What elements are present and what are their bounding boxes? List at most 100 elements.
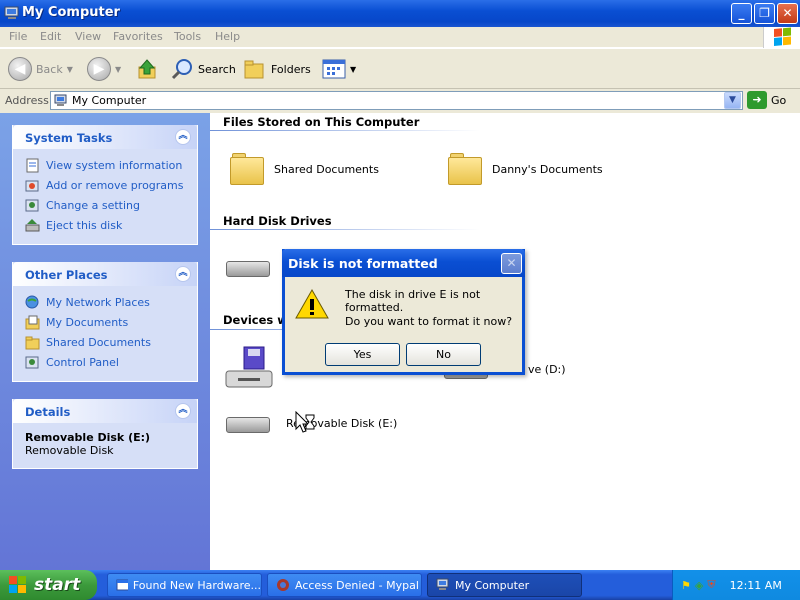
no-button[interactable]: No [406,343,481,366]
link-label: Control Panel [46,355,119,369]
title-bar[interactable]: My Computer _ ❐ ✕ [0,0,800,27]
yes-button[interactable]: Yes [325,343,400,366]
system-tasks-header[interactable]: System Tasks ︽ [13,125,197,149]
link-control-panel[interactable]: Control Panel [13,352,197,372]
control-panel-icon [25,199,39,211]
details-panel: Details ︽ Removable Disk (E:) Removable … [12,399,198,469]
back-dropdown-icon[interactable]: ▼ [67,65,73,74]
format-dialog: Disk is not formatted ✕ The disk in driv… [282,249,525,375]
window-title: My Computer [22,5,120,20]
link-change-setting[interactable]: Change a setting [13,195,197,215]
menu-tools[interactable]: Tools [174,30,201,43]
folders-button[interactable]: Folders [243,57,311,81]
address-dropdown-icon[interactable]: ▼ [724,92,741,109]
other-places-header[interactable]: Other Places ︽ [13,262,197,286]
address-value: My Computer [72,94,147,107]
clock: 12:11 AM [729,578,782,592]
warning-icon [295,288,329,319]
my-computer-small-icon [436,578,449,590]
system-tray: ⚑ ◈ ⛨ 12:11 AM [672,570,800,600]
network-icon[interactable]: ◈ [695,579,703,592]
collapse-chevron-icon[interactable]: ︽ [175,403,191,419]
add-remove-programs-icon [25,180,39,191]
link-my-network-places[interactable]: My Network Places [13,292,197,312]
collapse-chevron-icon[interactable]: ︽ [175,129,191,145]
forward-button[interactable]: ▶ ▼ [87,57,121,81]
address-bar: Address My Computer ▼ ➜ Go [0,89,800,113]
task-label: Access Denied - Mypal [295,578,419,592]
link-add-remove-programs[interactable]: Add or remove programs [13,175,197,195]
forward-dropdown-icon[interactable]: ▼ [115,65,121,74]
system-tasks-title: System Tasks [25,131,113,145]
minimize-button[interactable]: _ [731,3,752,24]
other-places-panel: Other Places ︽ My Network Places My Docu… [12,262,198,382]
dialog-title: Disk is not formatted [288,256,438,271]
up-arrow-icon [138,59,156,79]
menu-edit[interactable]: Edit [40,30,61,43]
removable-disk-icon [224,407,272,439]
task-found-new-hardware[interactable]: Found New Hardware... [107,573,262,597]
system-info-icon [26,158,39,172]
link-label: My Network Places [46,295,150,309]
search-button[interactable]: Search [170,57,236,81]
section-divider [210,130,480,131]
collapse-chevron-icon[interactable]: ︽ [175,266,191,282]
dialog-close-button[interactable]: ✕ [501,253,522,274]
busy-cursor-icon [295,411,315,433]
floppy-drive-a[interactable] [224,345,274,393]
my-computer-icon [4,5,20,21]
link-my-documents[interactable]: My Documents [13,312,197,332]
item-label: Shared Documents [274,162,379,176]
menu-view[interactable]: View [75,30,101,43]
maximize-button[interactable]: ❐ [754,3,775,24]
task-pane: System Tasks ︽ View system information A… [0,113,210,570]
dannys-documents-folder[interactable]: Danny's Documents [448,153,603,185]
item-label: ve (D:) [528,362,566,376]
link-eject-disk[interactable]: Eject this disk [13,215,197,235]
link-label: View system information [46,158,183,172]
address-input[interactable]: My Computer [50,91,743,110]
item-label: Danny's Documents [492,162,603,176]
views-dropdown-icon: ▼ [350,64,357,74]
safely-remove-hardware-icon[interactable]: ⚑ [681,579,691,592]
task-access-denied-mypal[interactable]: Access Denied - Mypal [267,573,422,597]
floppy-drive-icon [225,346,273,388]
security-shield-icon[interactable]: ⛨ [707,578,715,592]
section-hard-disk-drives: Hard Disk Drives [223,214,332,228]
local-disk-c[interactable] [224,251,272,283]
task-label: My Computer [455,578,530,592]
link-shared-documents[interactable]: Shared Documents [13,332,197,352]
back-button[interactable]: ◀ Back ▼ [8,57,73,81]
menu-bar: File Edit View Favorites Tools Help [0,27,800,48]
details-header[interactable]: Details ︽ [13,399,197,423]
up-folder-button[interactable] [136,57,158,81]
dialog-title-bar[interactable]: Disk is not formatted [282,249,525,277]
menu-help[interactable]: Help [215,30,240,43]
address-label: Address [5,94,49,107]
forward-arrow-icon: ▶ [87,57,111,81]
eject-disk-icon [25,218,40,231]
my-computer-small-icon [54,94,67,106]
details-type: Removable Disk [25,444,114,457]
link-label: Change a setting [46,198,140,212]
menu-favorites[interactable]: Favorites [113,30,163,43]
windows-flag-icon [9,576,26,593]
shared-documents-folder[interactable]: Shared Documents [230,153,379,185]
taskbar: start Found New Hardware... Access Denie… [0,570,800,600]
search-icon [171,59,192,80]
go-button[interactable]: ➜ Go [747,91,786,109]
folder-icon [25,336,40,349]
mypal-browser-icon [277,579,289,591]
link-label: Shared Documents [46,335,151,349]
start-label: start [34,575,81,595]
task-my-computer[interactable]: My Computer [427,573,582,597]
start-button[interactable]: start [0,570,97,600]
close-button[interactable]: ✕ [777,3,798,24]
network-places-icon [25,295,39,308]
my-documents-icon [25,315,40,329]
views-button[interactable]: ▼ [322,57,356,81]
menu-file[interactable]: File [9,30,27,43]
section-divider [210,229,480,230]
link-view-system-information[interactable]: View system information [13,155,197,175]
link-label: My Documents [46,315,129,329]
